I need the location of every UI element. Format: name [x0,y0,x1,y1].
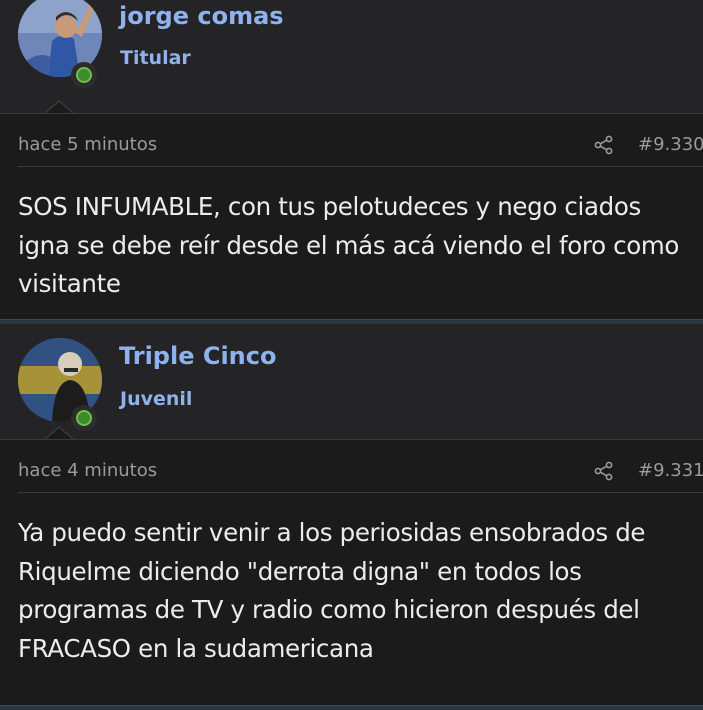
user-rank: Titular [120,47,191,69]
post-body: SOS INFUMABLE, con tus pelotudeces y neg… [18,192,680,298]
online-status-icon [71,62,97,88]
username-link[interactable]: jorge comas [119,2,284,30]
share-icon[interactable] [594,135,614,155]
post-separator [0,705,703,710]
post-timestamp[interactable]: hace 5 minutos [18,134,157,155]
post-meta: hace 5 minutos #9.330 [18,114,703,167]
username-link[interactable]: Triple Cinco [119,342,276,370]
post-number-link[interactable]: #9.331 [638,460,703,481]
post-number-link[interactable]: #9.330 [638,134,703,155]
post-author-header: Triple Cinco Juvenil [0,324,703,439]
post-author-header: jorge comas Titular [0,0,703,113]
header-pointer [44,100,74,113]
post-body: Ya puedo sentir venir a los periosidas e… [18,518,646,663]
user-rank: Juvenil [120,388,193,410]
post-9330: jorge comas Titular hace 5 minutos #9.33… [0,0,703,304]
share-icon[interactable] [594,461,614,481]
post-9331: Triple Cinco Juvenil hace 4 minutos #9.3… [0,324,703,668]
header-pointer [44,426,74,439]
online-status-icon [71,405,97,431]
post-meta: hace 4 minutos #9.331 [18,440,703,493]
post-timestamp[interactable]: hace 4 minutos [18,460,157,481]
